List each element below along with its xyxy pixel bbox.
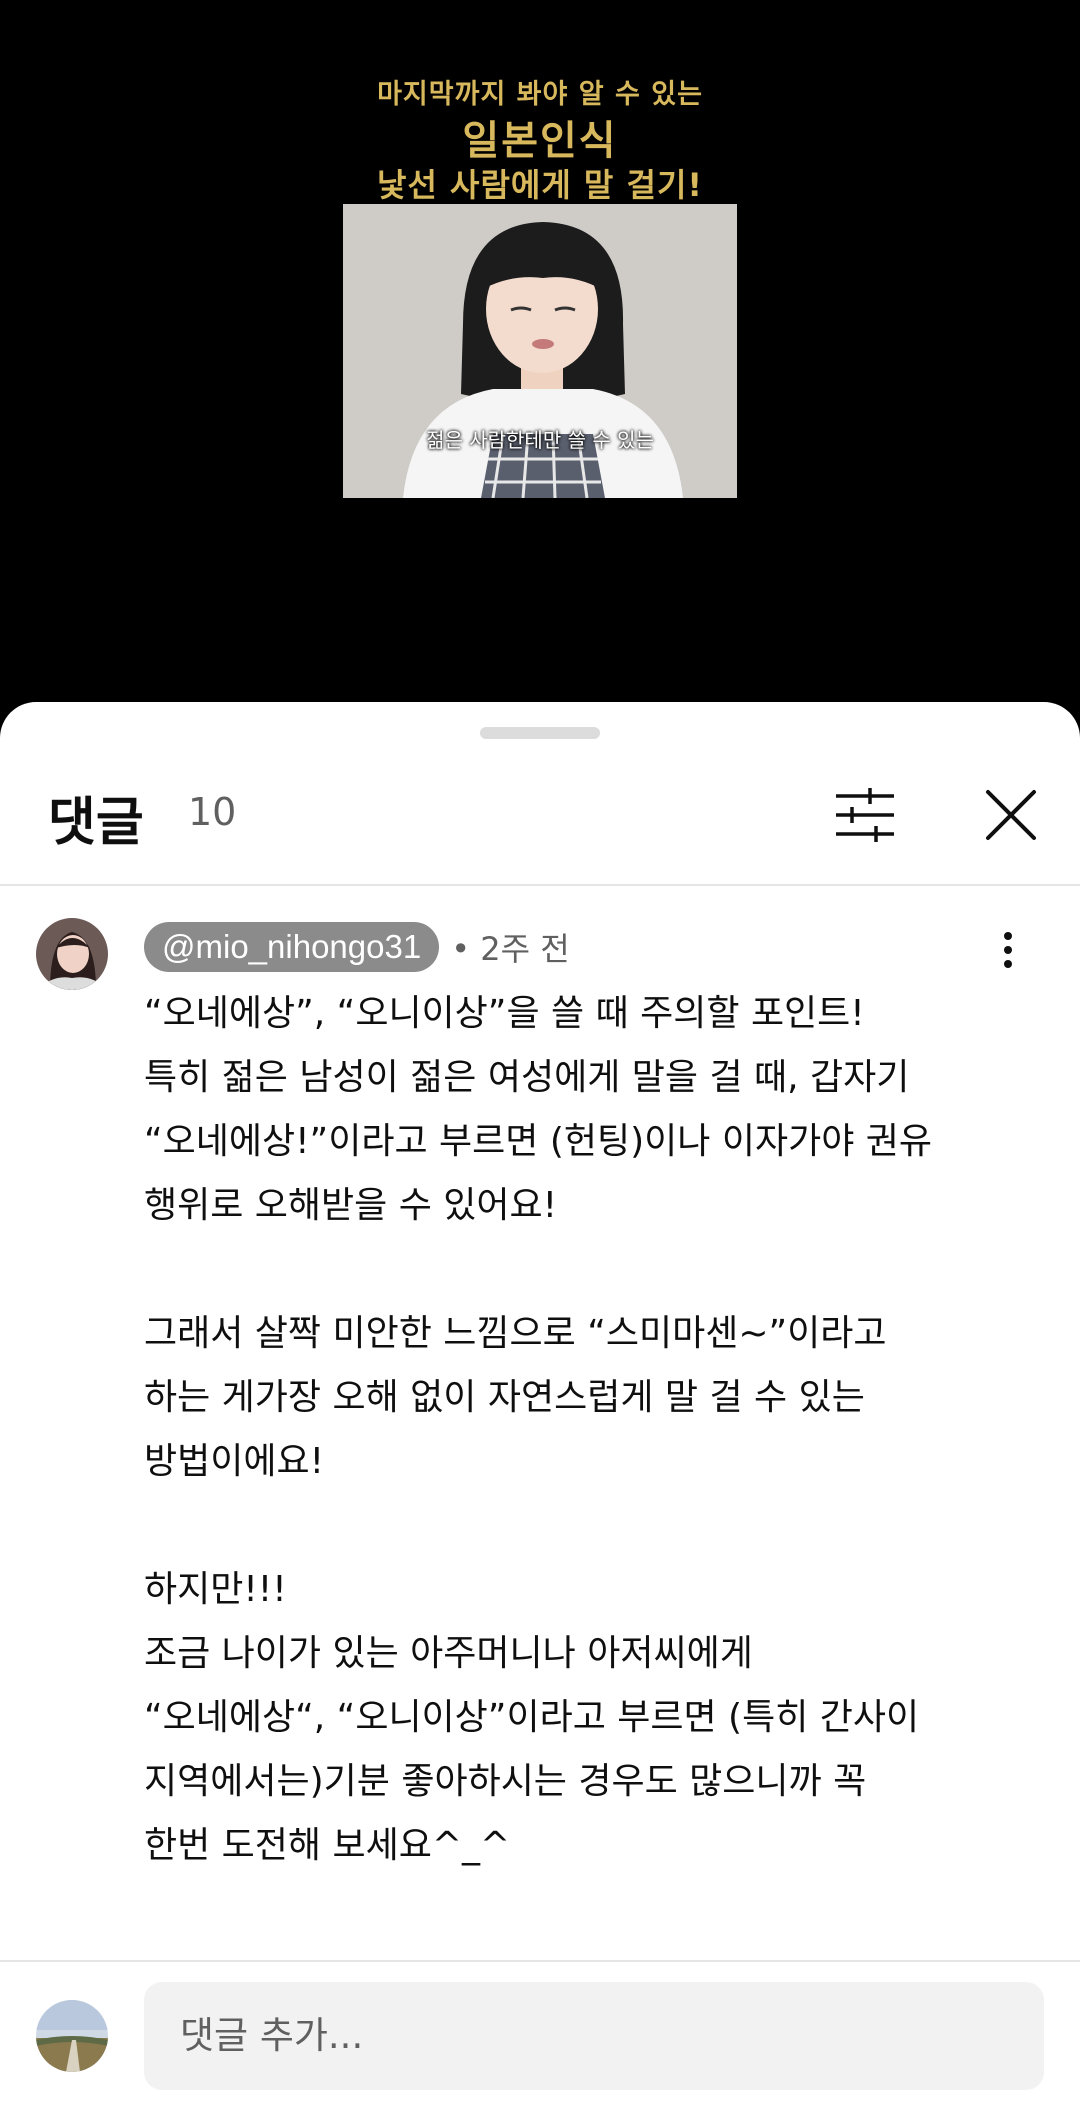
comment-paragraph: 그래서 살짝 미안한 느낌으로 “스미마센~”이라고 하는 게가장 오해 없이 … [144, 1302, 1024, 1494]
close-icon [986, 790, 1036, 840]
comment-paragraph: “오네에상”, “오니이상”을 쓸 때 주의할 포인트! 특히 젊은 남성이 젊… [144, 982, 1024, 1238]
avatar[interactable] [36, 918, 108, 990]
video-thumbnail-image [343, 204, 737, 498]
drag-handle[interactable] [480, 727, 600, 739]
author-handle[interactable]: @mio_nihongo31 [144, 922, 440, 972]
comment-line: 하는 게가장 오해 없이 자연스럽게 말 걸 수 있는 [144, 1377, 865, 1418]
more-vertical-icon [1004, 932, 1012, 968]
video-title-line2: 일본인식 [462, 118, 618, 164]
own-avatar-image [36, 2000, 108, 2072]
comment-line: “오네에상!”이라고 부르면 (헌팅)이나 이자가야 권유 [144, 1121, 932, 1162]
comment-more-button[interactable] [984, 918, 1032, 982]
add-comment-bar: 댓글 추가... [0, 1972, 1080, 2102]
comment-line: 한번 도전해 보세요^_^ [144, 1825, 511, 1866]
comment-line: “오네에상“, “오니이상”이라고 부르면 (특히 간사이 [144, 1697, 920, 1738]
header-divider [0, 884, 1080, 886]
video-caption: 젊은 사람한테만 쓸 수 있는 [426, 428, 654, 452]
comment-line: 특히 젊은 남성이 젊은 여성에게 말을 걸 때, 갑자기 [144, 1057, 910, 1098]
sort-filter-button[interactable] [830, 780, 900, 850]
avatar [36, 2000, 108, 2072]
comment-timestamp: • 2주 전 [451, 930, 570, 968]
close-button[interactable] [976, 780, 1046, 850]
comment-text: “오네에상”, “오니이상”을 쓸 때 주의할 포인트! 특히 젊은 남성이 젊… [144, 982, 1024, 1878]
add-comment-input[interactable]: 댓글 추가... [144, 1982, 1044, 2090]
comment-line: “오네에상”, “오니이상”을 쓸 때 주의할 포인트! [144, 993, 865, 1034]
comment-line: 행위로 오해받을 수 있어요! [144, 1185, 558, 1226]
comment-paragraph: 하지만!!! 조금 나이가 있는 아주머니나 아저씨에게 “오네에상“, “오니… [144, 1558, 1024, 1878]
comment-count: 10 [188, 790, 237, 834]
comment-line: 조금 나이가 있는 아주머니나 아저씨에게 [144, 1633, 753, 1674]
comment-line: 지역에서는)기분 좋아하시는 경우도 많으니까 꼭 [144, 1761, 867, 1802]
video-title-line1: 마지막까지 봐야 알 수 있는 [377, 79, 703, 110]
comments-sheet: 댓글 10 @mio_nihongo31 • 2주 전 “오네에상”, “오니이… [0, 702, 1080, 2105]
video-title-line3: 낯선 사람에게 말 걸기! [377, 166, 703, 204]
comment-meta: @mio_nihongo31 • 2주 전 [144, 920, 570, 974]
comments-header: 댓글 10 [0, 772, 1080, 884]
video-player[interactable]: 마지막까지 봐야 알 수 있는 일본인식 낯선 사람에게 말 걸기! 젊은 사람… [0, 0, 1080, 720]
comment-line: 그래서 살짝 미안한 느낌으로 “스미마센~”이라고 [144, 1313, 887, 1354]
comment-line: 방법이에요! [144, 1441, 325, 1482]
comment-line: 하지만!!! [144, 1569, 287, 1610]
footer-divider [0, 1960, 1080, 1962]
video-frame[interactable]: 젊은 사람한테만 쓸 수 있는 [343, 204, 737, 498]
comments-title: 댓글 [48, 793, 144, 853]
user-avatar-image [36, 918, 108, 990]
filter-sliders-icon [836, 788, 894, 842]
